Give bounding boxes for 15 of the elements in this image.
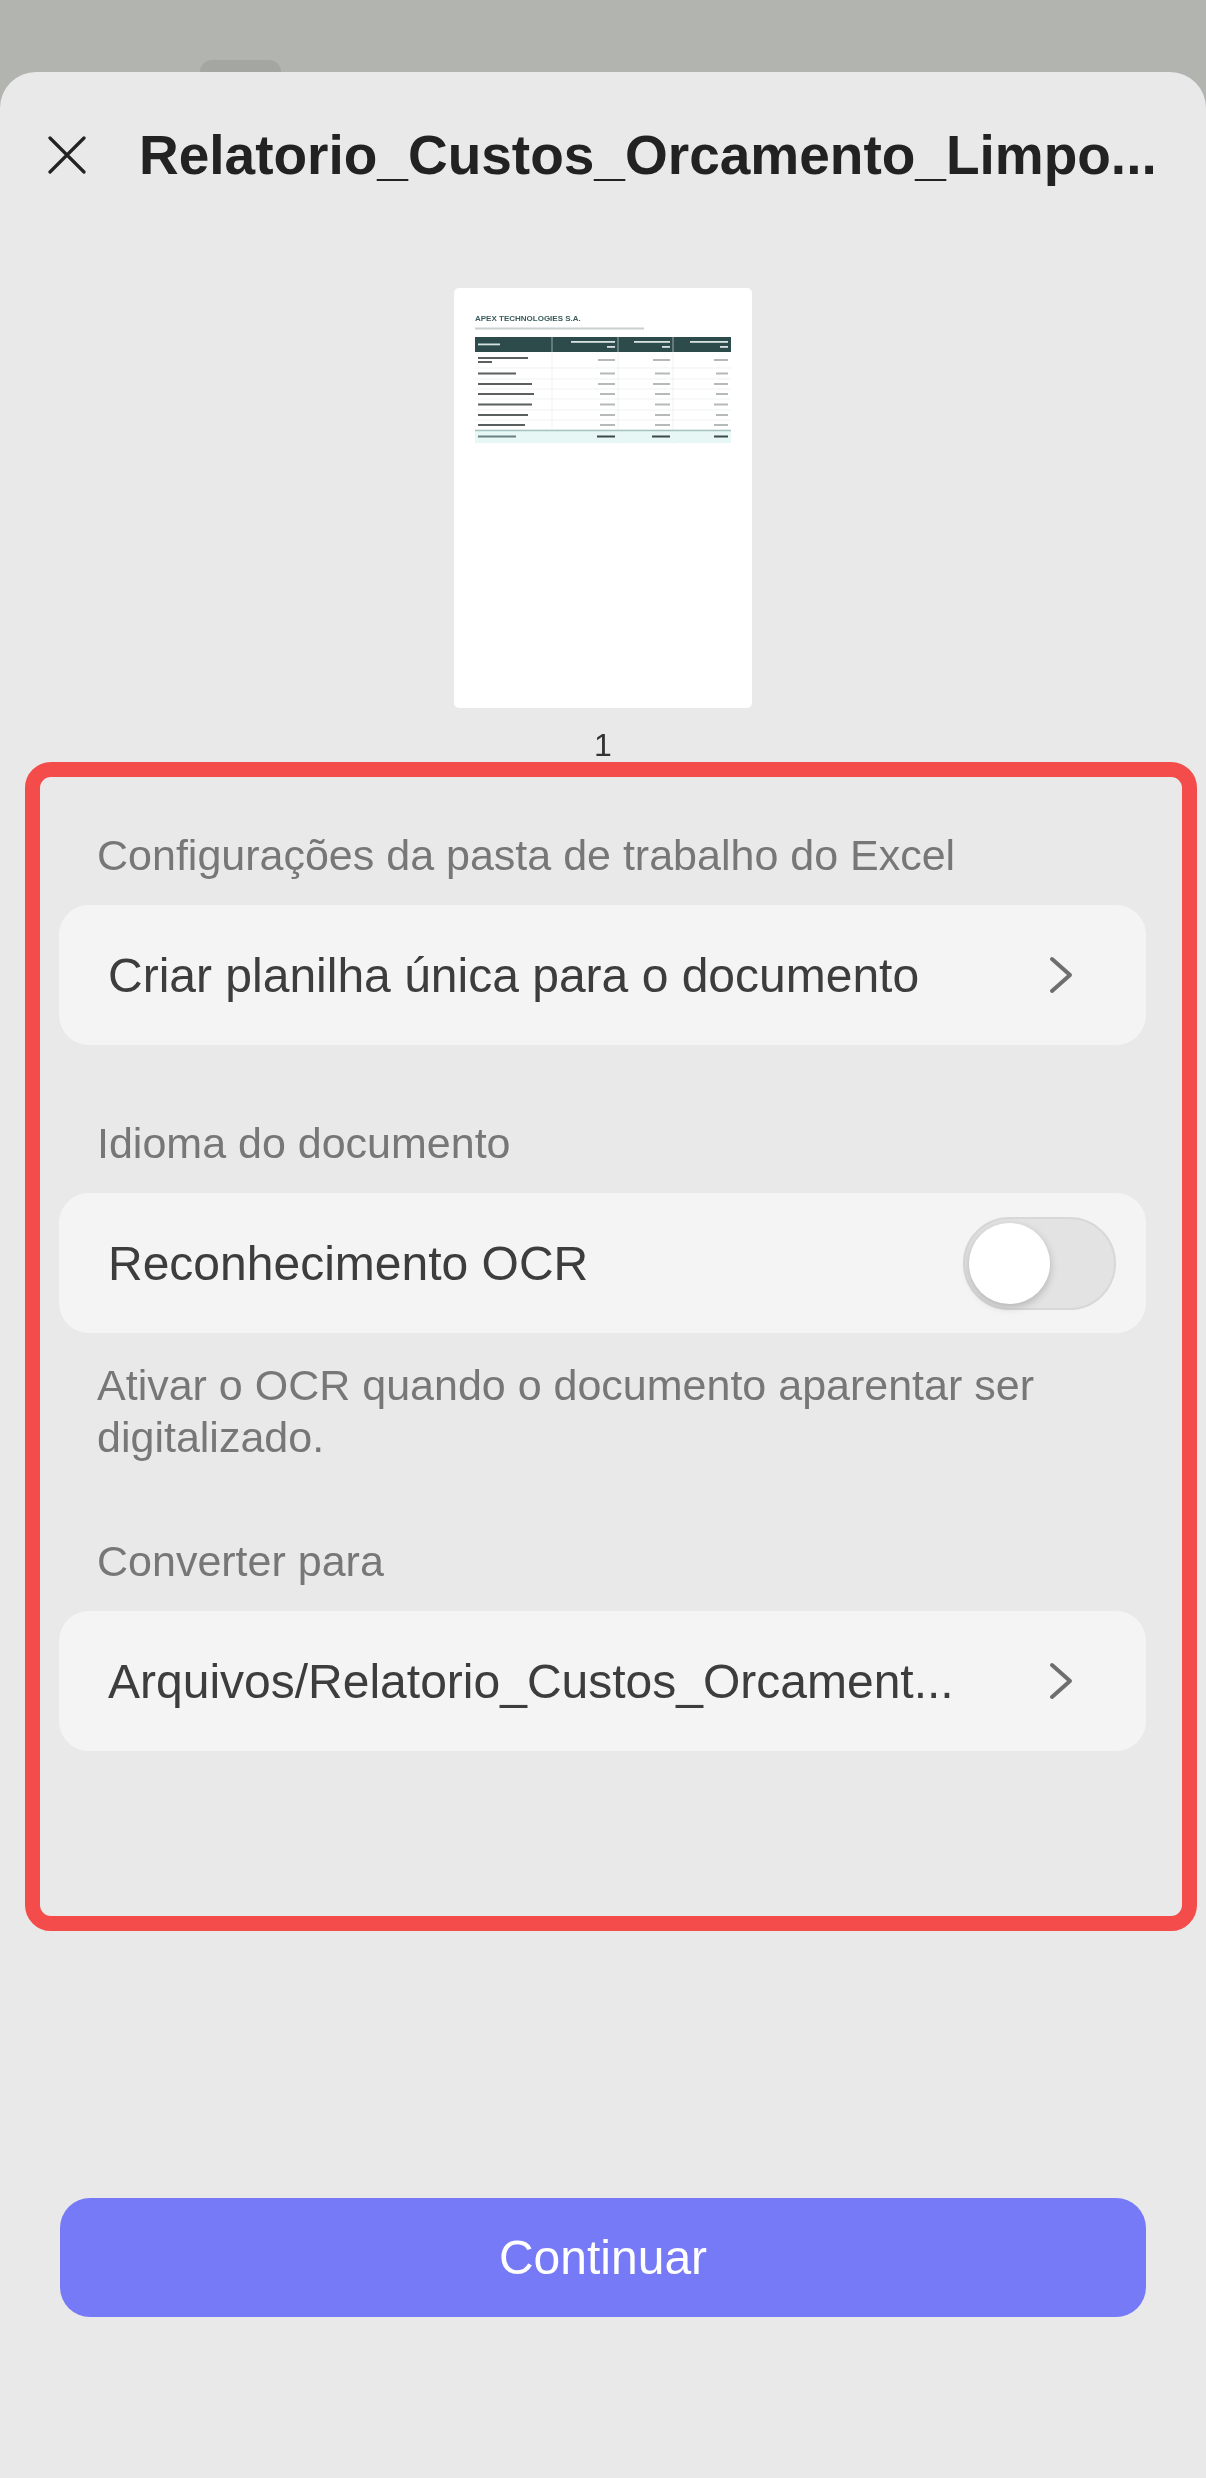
settings-row[interactable]: Criar planilha única para o documento bbox=[59, 905, 1146, 1045]
page-number: 1 bbox=[594, 728, 612, 762]
company-name: APEX TECHNOLOGIES S.A. bbox=[475, 314, 581, 324]
document-title: Relatorio_Custos_Orcamento_Limpo... bbox=[139, 123, 1157, 187]
chevron-right-icon bbox=[1049, 956, 1073, 994]
close-icon bbox=[48, 136, 86, 174]
settings-row[interactable]: Arquivos/Relatorio_Custos_Orcament... bbox=[59, 1611, 1146, 1751]
setting-label: Reconhecimento OCR bbox=[108, 1235, 589, 1291]
section-label: Converter para bbox=[96, 1536, 385, 1587]
close-button[interactable] bbox=[47, 135, 87, 175]
chevron-right-icon bbox=[1049, 1662, 1073, 1700]
section-label: Configurações da pasta de trabalho do Excel bbox=[96, 830, 957, 881]
continue-button[interactable]: Continuar bbox=[60, 2198, 1146, 2317]
help-text: Ativar o OCR quando o documento aparentar ser digitalizado. bbox=[96, 1360, 1035, 1463]
section-label: Idioma do documento bbox=[96, 1118, 512, 1169]
